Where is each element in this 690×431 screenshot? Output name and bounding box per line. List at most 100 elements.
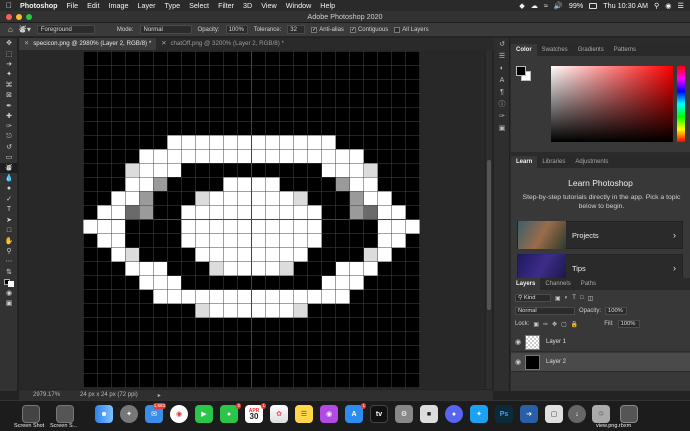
brush-icon[interactable]: ✑ (0, 121, 18, 131)
tab-specicon[interactable]: ✕ specicon.png @ 2980% (Layer 2, RGB/8) * (19, 38, 157, 50)
facetime-icon[interactable]: ▶ (195, 405, 213, 423)
notes-icon[interactable]: ☰ (295, 405, 313, 423)
menu-window[interactable]: Window (286, 1, 312, 10)
close-tab-icon[interactable]: ✕ (24, 40, 29, 47)
crop-icon[interactable]: ⌘ (0, 80, 18, 90)
lock-all-icon[interactable]: 🔒 (571, 321, 578, 328)
volume-icon[interactable]: 🔊 (554, 1, 563, 10)
opacity-input[interactable]: 100% (225, 25, 248, 34)
launchpad-icon[interactable]: ✦ (120, 405, 138, 423)
info-panel-icon[interactable]: ⓘ (494, 98, 510, 110)
calendar-icon[interactable]: APR 30 1 (245, 403, 266, 423)
menu-image[interactable]: Image (109, 1, 129, 10)
tab-chatoff[interactable]: ✕ chatOff.png @ 3200% (Layer 2, RGB/8) * (156, 38, 289, 50)
layer-row-layer-1[interactable]: ◉ Layer 1 (511, 333, 690, 352)
creative-cloud-icon[interactable]: ☁ (531, 1, 538, 10)
tab-swatches[interactable]: Swatches (537, 44, 573, 56)
tab-learn[interactable]: Learn (511, 156, 538, 168)
mail-icon[interactable]: ✉ 1,663 (145, 403, 166, 423)
lock-artboard-icon[interactable]: ▢ (561, 321, 567, 328)
zoom-level[interactable]: 2979.17% (33, 392, 60, 398)
contiguous-checkbox[interactable]: ✓ Contiguous (349, 26, 388, 33)
tab-libraries[interactable]: Libraries (537, 156, 570, 168)
menu-file[interactable]: File (67, 1, 79, 10)
siri-icon[interactable]: ◉ (665, 1, 671, 10)
dodge-icon[interactable]: ● (0, 183, 18, 193)
menu-3d[interactable]: 3D (243, 1, 252, 10)
menu-edit[interactable]: Edit (87, 1, 99, 10)
paragraph-panel-icon[interactable]: ¶ (494, 86, 510, 98)
path-select-icon[interactable]: ➤ (0, 215, 18, 225)
clone-stamp-icon[interactable]: ⎋ (0, 132, 18, 142)
visibility-eye-icon[interactable]: ◉ (511, 338, 525, 346)
minimize-window-button[interactable] (16, 14, 22, 20)
mode-select[interactable]: Normal (139, 25, 192, 34)
screen-mode-icon[interactable]: ▣ (0, 298, 18, 308)
hue-slider[interactable] (677, 66, 685, 142)
quick-select-icon[interactable]: ✦ (0, 69, 18, 79)
menu-view[interactable]: View (261, 1, 276, 10)
marquee-icon[interactable]: ⬚ (0, 48, 18, 58)
eyedropper-icon[interactable]: ✒ (0, 100, 18, 110)
app-menu[interactable]: Photoshop (20, 1, 58, 10)
visibility-eye-icon[interactable]: ◉ (511, 358, 525, 366)
tab-channels[interactable]: Channels (540, 278, 575, 290)
layer-name[interactable]: Layer 2 (546, 359, 566, 365)
close-window-button[interactable] (6, 14, 12, 20)
paint-bucket-icon[interactable]: ⛇ (0, 162, 18, 174)
tab-adjustments[interactable]: Adjustments (570, 156, 613, 168)
zoom-window-button[interactable] (26, 14, 32, 20)
lock-transparent-icon[interactable]: ▣ (533, 321, 539, 328)
lock-position-icon[interactable]: ✥ (552, 321, 557, 328)
color-field[interactable] (551, 66, 673, 142)
more-tools-icon[interactable]: ⋯ (0, 256, 18, 266)
filter-type-icon[interactable]: T (572, 295, 576, 301)
photos-icon[interactable]: ✿ (270, 405, 288, 423)
downloads-folder-icon[interactable]: ↓ (568, 405, 586, 423)
kind-filter-select[interactable]: ⚲ Kind (515, 294, 551, 302)
rbxm-file-icon[interactable] (620, 405, 638, 423)
layer-opacity-input[interactable]: 100% (605, 307, 628, 315)
all-layers-checkbox[interactable]: All Layers (394, 26, 429, 33)
status-arrow-icon[interactable]: ▸ (158, 392, 161, 399)
move-icon[interactable]: ✥ (0, 38, 18, 48)
blur-icon[interactable]: 💧 (0, 173, 18, 183)
dropbox-icon[interactable]: ◆ (519, 1, 525, 10)
messages-icon[interactable]: ● 2 (220, 403, 241, 423)
close-tab-icon[interactable]: ✕ (161, 40, 166, 47)
foreground-color-swatch[interactable] (516, 66, 526, 76)
tab-layers[interactable]: Layers (511, 278, 541, 290)
quick-mask-icon[interactable]: ◉ (0, 287, 18, 297)
control-center-icon[interactable]: ☰ (678, 1, 684, 10)
menu-help[interactable]: Help (320, 1, 335, 10)
type-icon[interactable]: T (0, 204, 18, 214)
wifi-icon[interactable]: ≈ (544, 1, 548, 10)
podcasts-icon[interactable]: ◉ (320, 405, 338, 423)
fg-bg-colors-icon[interactable] (0, 277, 18, 288)
menu-filter[interactable]: Filter (218, 1, 234, 10)
hand-icon[interactable]: ✋ (0, 235, 18, 245)
rectangle-icon[interactable]: □ (0, 225, 18, 235)
filter-smart-object-icon[interactable]: ◫ (588, 295, 594, 302)
filter-shape-icon[interactable]: □ (580, 295, 584, 301)
layer-name[interactable]: Layer 1 (546, 339, 566, 345)
clock[interactable]: Thu 10:30 AM (603, 1, 648, 10)
fill-source-select[interactable]: Foreground (36, 25, 95, 34)
pen-icon[interactable]: ✓ (0, 194, 18, 204)
discord-icon[interactable]: ● (445, 405, 463, 423)
tab-patterns[interactable]: Patterns (609, 44, 641, 56)
app-store-icon[interactable]: A1 (345, 403, 366, 423)
roblox-icon[interactable]: ■ (420, 405, 438, 423)
tab-gradients[interactable]: Gradients (573, 44, 609, 56)
scroll-thumb[interactable] (487, 160, 491, 310)
tolerance-input[interactable]: 32 (287, 25, 306, 34)
tab-paths[interactable]: Paths (576, 278, 601, 290)
trash-icon[interactable]: ♲ (592, 405, 610, 423)
edit-toolbar-icon[interactable]: ⇅ (0, 267, 18, 277)
document-canvas[interactable] (83, 51, 420, 388)
paint-bucket-tool-preset-icon[interactable]: ⛇▾ (19, 24, 31, 36)
screenshot-file-icon[interactable] (22, 405, 40, 423)
home-icon[interactable]: ⌂ (8, 25, 13, 34)
lasso-icon[interactable]: ➔ (0, 59, 18, 69)
apple-icon[interactable]:  (6, 1, 12, 10)
